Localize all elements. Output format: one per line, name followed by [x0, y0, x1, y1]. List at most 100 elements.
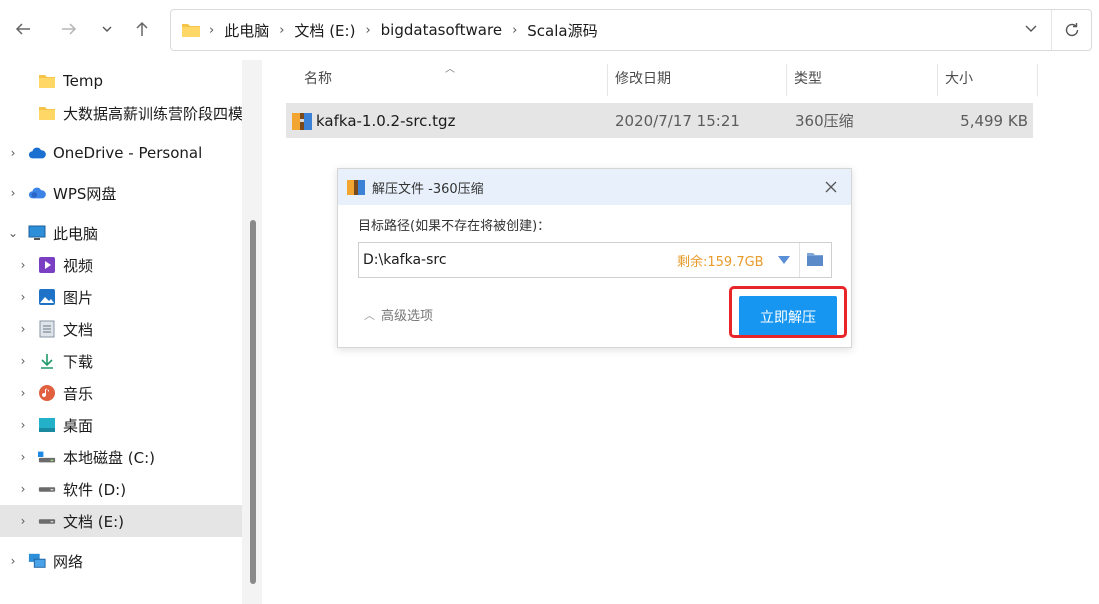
- network-icon: [28, 552, 46, 570]
- chevron-right-icon[interactable]: ›: [16, 514, 30, 528]
- sidebar-item-documents[interactable]: › 文档: [0, 313, 242, 345]
- breadcrumb-this-pc[interactable]: 此电脑: [224, 20, 269, 41]
- file-row[interactable]: kafka-1.0.2-src.tgz 2020/7/17 15:21 360压…: [286, 103, 1033, 138]
- sidebar-item-videos[interactable]: › 视频: [0, 249, 242, 281]
- sidebar-item-wps-cloud[interactable]: › WPS网盘: [0, 177, 242, 209]
- up-arrow-icon: [136, 21, 148, 36]
- close-icon: [825, 181, 837, 193]
- triangle-down-icon: [778, 256, 790, 264]
- sidebar-item-label: 文档: [63, 320, 94, 339]
- sidebar-item-this-pc[interactable]: ⌄ 此电脑: [0, 217, 242, 249]
- refresh-button[interactable]: [1051, 10, 1091, 50]
- breadcrumb-separator[interactable]: ›: [365, 23, 370, 38]
- forward-button[interactable]: [54, 14, 84, 44]
- sidebar-item-downloads[interactable]: › 下载: [0, 345, 242, 377]
- path-dropdown-button[interactable]: [773, 252, 795, 268]
- field-divider: [799, 243, 800, 277]
- address-bar[interactable]: › 此电脑 › 文档 (E:) › bigdatasoftware › Scal…: [170, 9, 1092, 51]
- breadcrumb-drive-e[interactable]: 文档 (E:): [294, 20, 355, 41]
- chevron-down-icon: [1025, 25, 1037, 32]
- column-divider[interactable]: [607, 64, 608, 96]
- sidebar-item-bigdata-folder[interactable]: 大数据高薪训练营阶段四模: [0, 97, 243, 129]
- navigation-pane: Temp 大数据高薪训练营阶段四模 › OneDrive - Personal …: [0, 60, 262, 604]
- folder-icon: [182, 24, 200, 37]
- chevron-right-icon[interactable]: ›: [16, 450, 30, 464]
- drive-icon: [38, 480, 56, 498]
- sidebar-item-label: 大数据高薪训练营阶段四模: [63, 104, 243, 123]
- chevron-up-icon: ︿: [364, 308, 375, 322]
- chevron-right-icon[interactable]: ›: [16, 354, 30, 368]
- chevron-down-icon[interactable]: ⌄: [6, 226, 20, 240]
- chevron-right-icon[interactable]: ›: [6, 146, 20, 160]
- column-header-size[interactable]: 大小: [945, 60, 973, 96]
- chevron-right-icon[interactable]: ›: [16, 290, 30, 304]
- chevron-down-icon: [102, 26, 112, 32]
- breadcrumb-scala-source[interactable]: Scala源码: [527, 20, 597, 41]
- chevron-right-icon[interactable]: ›: [6, 186, 20, 200]
- chevron-right-icon[interactable]: ›: [16, 482, 30, 496]
- highlight-box: [729, 286, 847, 338]
- sidebar-item-temp[interactable]: Temp: [0, 65, 242, 97]
- folder-icon: [38, 104, 56, 122]
- sidebar-item-label: 图片: [63, 288, 94, 307]
- document-icon: [38, 320, 56, 338]
- sidebar-item-label: Temp: [63, 72, 103, 90]
- column-divider[interactable]: [1037, 64, 1038, 96]
- sidebar-item-label: 文档 (E:): [63, 512, 125, 531]
- dialog-title-bar[interactable]: 解压文件 -360压缩: [338, 169, 851, 205]
- sidebar-item-pictures[interactable]: › 图片: [0, 281, 242, 313]
- file-modified: 2020/7/17 15:21: [615, 111, 740, 130]
- folder-icon: [38, 72, 56, 90]
- advanced-options-toggle[interactable]: ︿ 高级选项: [364, 305, 433, 325]
- sidebar-item-label: WPS网盘: [53, 184, 117, 203]
- sidebar-item-label: 此电脑: [53, 224, 99, 243]
- computer-icon: [28, 224, 46, 242]
- chevron-right-icon[interactable]: ›: [16, 322, 30, 336]
- dialog-title: 解压文件 -360压缩: [372, 181, 484, 197]
- column-header-modified[interactable]: 修改日期: [615, 60, 671, 96]
- archive-icon: [291, 103, 313, 138]
- navigation-bar: › 此电脑 › 文档 (E:) › bigdatasoftware › Scal…: [0, 0, 1099, 60]
- drive-icon: [38, 512, 56, 530]
- chevron-right-icon[interactable]: ›: [16, 418, 30, 432]
- sidebar-item-music[interactable]: › 音乐: [0, 377, 242, 409]
- sidebar-scrollbar-thumb[interactable]: [250, 220, 256, 584]
- video-icon: [38, 256, 56, 274]
- browse-folder-button[interactable]: [806, 252, 826, 268]
- close-button[interactable]: [819, 175, 843, 199]
- breadcrumb-separator[interactable]: ›: [512, 23, 517, 38]
- column-divider[interactable]: [937, 64, 938, 96]
- back-button[interactable]: [8, 14, 38, 44]
- refresh-icon: [1065, 23, 1078, 37]
- music-icon: [38, 384, 56, 402]
- up-button[interactable]: [127, 14, 157, 44]
- file-name: kafka-1.0.2-src.tgz: [316, 111, 456, 130]
- breadcrumb-separator: ›: [209, 22, 215, 38]
- breadcrumb-bigdatasoftware[interactable]: bigdatasoftware: [381, 21, 502, 39]
- back-arrow-icon: [15, 23, 30, 35]
- sidebar-item-network[interactable]: › 网络: [0, 545, 242, 577]
- sidebar-item-drive-c[interactable]: › 本地磁盘 (C:): [0, 441, 242, 473]
- chevron-right-icon[interactable]: ›: [16, 386, 30, 400]
- sidebar-item-desktop[interactable]: › 桌面: [0, 409, 242, 441]
- column-header-name[interactable]: 名称: [304, 60, 332, 96]
- download-icon: [38, 352, 56, 370]
- recent-locations-button[interactable]: [92, 14, 122, 44]
- target-path-field[interactable]: 剩余:159.7GB: [358, 242, 832, 278]
- sidebar-item-onedrive[interactable]: › OneDrive - Personal: [0, 137, 242, 169]
- chevron-right-icon[interactable]: ›: [6, 554, 20, 568]
- file-type: 360压缩: [795, 112, 854, 130]
- target-path-input[interactable]: [363, 247, 663, 273]
- sidebar-item-drive-e[interactable]: › 文档 (E:): [0, 505, 242, 537]
- file-size: 5,499 KB: [960, 111, 1028, 130]
- column-divider[interactable]: [786, 64, 787, 96]
- free-space-label: 剩余:159.7GB: [677, 254, 764, 270]
- cloud-icon: [28, 144, 46, 162]
- sidebar-item-label: 本地磁盘 (C:): [63, 448, 155, 467]
- sidebar-item-label: 网络: [53, 552, 84, 571]
- column-header-type[interactable]: 类型: [794, 60, 822, 96]
- address-history-button[interactable]: [1011, 21, 1051, 39]
- chevron-right-icon[interactable]: ›: [16, 258, 30, 272]
- breadcrumb-separator[interactable]: ›: [279, 23, 284, 38]
- sidebar-item-drive-d[interactable]: › 软件 (D:): [0, 473, 242, 505]
